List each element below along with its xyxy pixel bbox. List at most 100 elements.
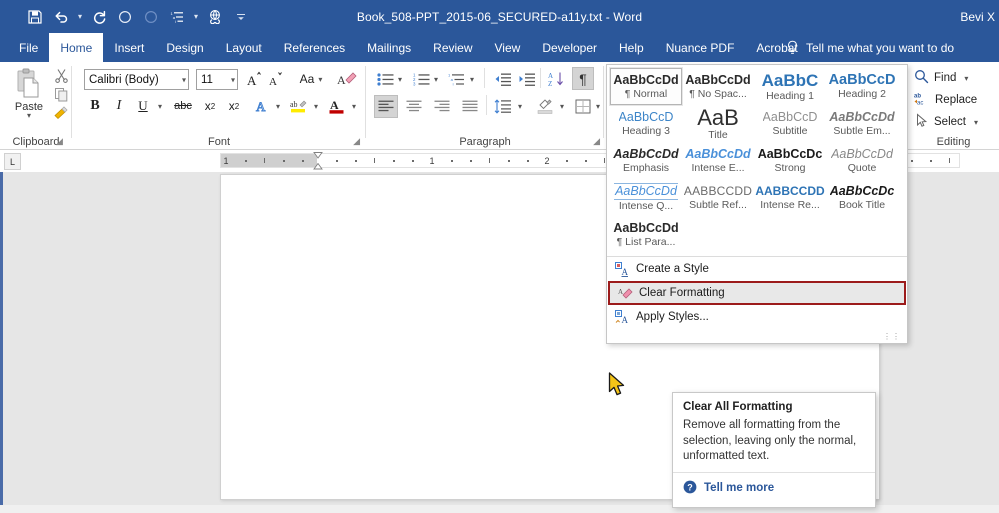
style-item-normal[interactable]: AaBbCcDd ¶ Normal	[610, 68, 682, 105]
select-caret[interactable]: ▾	[974, 118, 978, 127]
multilevel-list-icon[interactable]: 1ai	[446, 68, 468, 90]
chevron-down-icon[interactable]: ▾	[231, 75, 235, 84]
style-item-subtle-reference[interactable]: AABBCCDD Subtle Ref...	[682, 179, 754, 216]
style-item-intense-emphasis[interactable]: AaBbCcDd Intense E...	[682, 142, 754, 179]
style-item-intense-quote[interactable]: AaBbCcDd Intense Q...	[610, 179, 682, 216]
style-item-subtle-emphasis[interactable]: AaBbCcDd Subtle Em...	[826, 105, 898, 142]
style-item-no-spacing[interactable]: AaBbCcDd ¶ No Spac...	[682, 68, 754, 105]
select-button[interactable]: Select ▾	[914, 112, 978, 132]
font-size-combo[interactable]: 11 ▾	[196, 69, 238, 90]
grow-font-icon[interactable]: A	[244, 68, 264, 90]
resize-grip-icon[interactable]: ⋮⋮	[883, 332, 901, 341]
bullets-icon[interactable]	[374, 68, 396, 90]
find-caret[interactable]: ▾	[964, 74, 968, 83]
find-button[interactable]: Find ▾	[914, 68, 968, 88]
style-item-intense-reference[interactable]: AABBCCDD Intense Re...	[754, 179, 826, 216]
format-painter-icon[interactable]	[52, 104, 70, 122]
tab-view[interactable]: View	[484, 33, 532, 62]
first-line-indent-marker[interactable]	[313, 151, 322, 158]
font-color-icon[interactable]: A	[326, 95, 348, 117]
numbering-icon[interactable]: 123	[410, 68, 432, 90]
web-link-icon[interactable]	[202, 4, 228, 30]
shading-caret[interactable]: ▾	[556, 95, 568, 117]
align-left-button[interactable]	[374, 95, 398, 118]
text-effects-icon[interactable]: A	[252, 95, 272, 117]
circle-light-icon[interactable]	[138, 4, 164, 30]
italic-button[interactable]: I	[110, 95, 128, 117]
strikethrough-button[interactable]: abc	[172, 95, 194, 117]
bullets-caret[interactable]: ▾	[394, 68, 406, 90]
tab-insert[interactable]: Insert	[103, 33, 155, 62]
font-name-combo[interactable]: Calibri (Body) ▾	[84, 69, 189, 90]
replace-button[interactable]: abac Replace	[914, 90, 977, 110]
style-item-heading-2[interactable]: AaBbCcD Heading 2	[826, 68, 898, 105]
menu-item-clear-formatting[interactable]: A Clear Formatting	[608, 281, 906, 305]
tab-help[interactable]: Help	[608, 33, 655, 62]
tell-me-more-link[interactable]: ? Tell me more	[683, 480, 865, 497]
decrease-indent-icon[interactable]	[492, 68, 514, 90]
style-item-heading-3[interactable]: AaBbCcD Heading 3	[610, 105, 682, 142]
tab-mailings[interactable]: Mailings	[356, 33, 422, 62]
font-dialog-launcher[interactable]: ◢	[353, 136, 360, 147]
style-item-heading-1[interactable]: AaBbC Heading 1	[754, 68, 826, 105]
undo-icon[interactable]	[48, 4, 74, 30]
circle-icon[interactable]	[112, 4, 138, 30]
show-formatting-marks-button[interactable]: ¶	[572, 67, 594, 90]
tab-references[interactable]: References	[273, 33, 356, 62]
line-spacing-icon[interactable]	[492, 95, 514, 117]
clipboard-dialog-launcher[interactable]: ◢	[56, 136, 63, 147]
paste-dropdown-caret[interactable]: ▾	[27, 113, 31, 119]
borders-icon[interactable]	[572, 95, 594, 117]
style-item-quote[interactable]: AaBbCcDd Quote	[826, 142, 898, 179]
redo-icon[interactable]	[86, 4, 112, 30]
text-effects-caret[interactable]: ▾	[272, 95, 284, 117]
shrink-font-icon[interactable]: A	[266, 68, 286, 90]
superscript-button[interactable]: x2	[224, 95, 244, 117]
tab-review[interactable]: Review	[422, 33, 483, 62]
cut-icon[interactable]	[52, 66, 70, 84]
style-item-emphasis[interactable]: AaBbCcDd Emphasis	[610, 142, 682, 179]
tell-me-search[interactable]: Tell me what you want to do	[786, 33, 954, 62]
font-color-caret[interactable]: ▾	[348, 95, 360, 117]
highlight-caret[interactable]: ▾	[310, 95, 322, 117]
tab-stop-selector[interactable]: L	[4, 153, 21, 170]
tab-file[interactable]: File	[8, 33, 49, 62]
clear-formatting-icon[interactable]: A	[336, 68, 358, 90]
undo-dropdown-caret[interactable]: ▾	[74, 4, 86, 30]
align-right-button[interactable]	[430, 95, 454, 117]
numbering-caret[interactable]: ▾	[430, 68, 442, 90]
justify-button[interactable]	[458, 95, 482, 117]
user-account-name[interactable]: Bevi X	[960, 0, 995, 33]
line-spacing-caret[interactable]: ▾	[514, 95, 526, 117]
style-item-title[interactable]: AaB Title	[682, 105, 754, 142]
paragraph-dialog-launcher[interactable]: ◢	[593, 136, 600, 147]
style-item-subtitle[interactable]: AaBbCcD Subtitle	[754, 105, 826, 142]
underline-caret[interactable]: ▾	[154, 95, 166, 117]
menu-item-apply-styles[interactable]: A Apply Styles...	[607, 305, 907, 329]
chevron-down-icon[interactable]: ▾	[182, 75, 186, 84]
bold-button[interactable]: B	[86, 95, 104, 117]
customize-qat-icon[interactable]	[228, 4, 254, 30]
align-center-button[interactable]	[402, 95, 426, 117]
underline-button[interactable]: U	[134, 95, 152, 117]
subscript-button[interactable]: x2	[200, 95, 220, 117]
style-item-list-paragraph[interactable]: AaBbCcDd ¶ List Para...	[610, 216, 682, 253]
save-icon[interactable]	[22, 4, 48, 30]
style-item-book-title[interactable]: AaBbCcDc Book Title	[826, 179, 898, 216]
tab-home[interactable]: Home	[49, 33, 103, 62]
tab-layout[interactable]: Layout	[215, 33, 273, 62]
multilevel-list-icon[interactable]: 1ai	[164, 4, 190, 30]
tab-design[interactable]: Design	[155, 33, 214, 62]
paste-button[interactable]: Paste ▾	[6, 66, 52, 128]
hanging-indent-marker[interactable]	[313, 163, 322, 170]
increase-indent-icon[interactable]	[516, 68, 538, 90]
multilevel-caret[interactable]: ▾	[466, 68, 478, 90]
multilevel-list-caret[interactable]: ▾	[190, 4, 202, 30]
menu-item-create-a-style[interactable]: A Create a Style	[607, 257, 907, 281]
tab-nuance-pdf[interactable]: Nuance PDF	[655, 33, 746, 62]
sort-icon[interactable]: AZ	[546, 68, 568, 90]
copy-icon[interactable]	[52, 85, 70, 103]
tab-developer[interactable]: Developer	[531, 33, 608, 62]
change-case-icon[interactable]: Aa▾	[294, 68, 328, 90]
shading-icon[interactable]	[534, 95, 556, 117]
